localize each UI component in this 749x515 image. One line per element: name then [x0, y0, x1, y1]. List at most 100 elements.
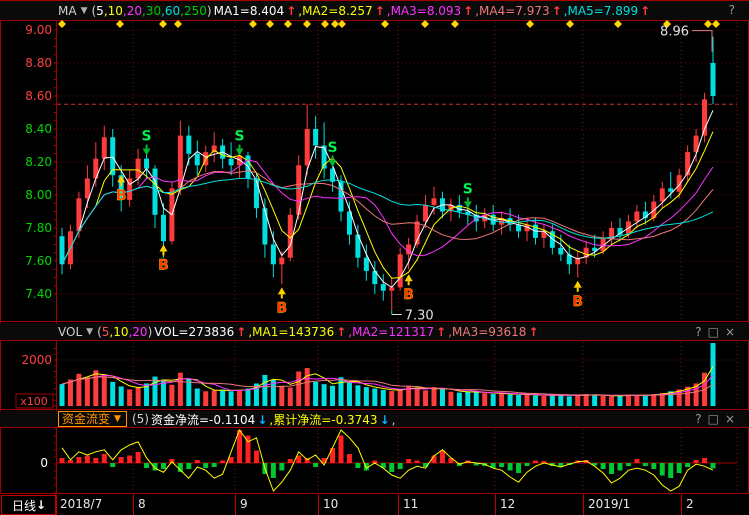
- event-diamond-icon[interactable]: [704, 20, 712, 28]
- event-diamond-icon[interactable]: [116, 20, 124, 28]
- indicator-value: ,MA1=143736: [248, 325, 334, 339]
- svg-text:8.00: 8.00: [25, 188, 52, 202]
- high-price-annotation: 8.96: [660, 25, 689, 40]
- date-separator: [133, 494, 134, 515]
- chart-canvas[interactable]: 9.008.808.608.408.208.007.807.607.402000…: [0, 0, 749, 515]
- event-diamond-icon[interactable]: [266, 20, 274, 28]
- main-window-buttons: ?: [729, 3, 735, 17]
- volume-series: [60, 343, 716, 406]
- event-diamond-icon[interactable]: [421, 20, 429, 28]
- volume-ma-line: [62, 366, 713, 396]
- event-diamond-icon[interactable]: [526, 20, 534, 28]
- indicator-value: ,MA2=8.257: [298, 4, 372, 18]
- help-icon[interactable]: ?: [729, 3, 735, 17]
- event-diamond-icon[interactable]: [338, 20, 346, 28]
- svg-text:B: B: [116, 188, 127, 204]
- date-separator: [398, 494, 399, 515]
- trend-up-icon: ↑: [286, 4, 296, 18]
- svg-text:2000: 2000: [21, 353, 52, 367]
- buy-marker[interactable]: [574, 281, 582, 292]
- trend-down-icon: ↓: [380, 413, 390, 427]
- chevron-down-icon[interactable]: ▼: [86, 327, 93, 337]
- buy-marker[interactable]: [405, 274, 413, 285]
- moneyflow-window-buttons: ? □ ×: [695, 412, 735, 426]
- moneyflow-prefix: (5): [132, 412, 149, 426]
- event-diamond-icon[interactable]: [159, 20, 167, 28]
- trend-up-icon: ↑: [640, 4, 650, 18]
- maximize-icon[interactable]: □: [708, 412, 719, 426]
- buy-marker[interactable]: [278, 287, 286, 298]
- buy-marker[interactable]: [117, 175, 125, 186]
- ma-line: [62, 171, 713, 265]
- svg-text:B: B: [276, 300, 287, 316]
- event-diamond-icon[interactable]: [451, 20, 459, 28]
- svg-text:S: S: [463, 181, 473, 197]
- event-diamond-icon[interactable]: [381, 20, 389, 28]
- event-diamond-icon[interactable]: [174, 20, 182, 28]
- indicator-param: ,10: [104, 4, 123, 18]
- volume-unit-label: x100: [20, 395, 48, 408]
- moneyflow-bars: [60, 430, 716, 478]
- svg-text:S: S: [234, 129, 244, 145]
- moneyflow-selector[interactable]: 资金流变 ▼: [58, 411, 127, 427]
- help-icon[interactable]: ?: [695, 412, 701, 426]
- chevron-down-icon: ▼: [114, 414, 121, 424]
- volume-ma-line: [62, 377, 713, 396]
- selector-label: 资金流变: [62, 410, 110, 427]
- svg-text:S: S: [327, 140, 337, 156]
- indicator-param: ,30: [142, 4, 161, 18]
- volume-window-buttons: ? □ ×: [695, 325, 735, 339]
- indicator-values: MA1=8.404↑,MA2=8.257↑,MA3=8.093↑,MA4=7.9…: [214, 4, 653, 18]
- date-axis-bar: 日线 ↓ 2018/7891011122019/12: [0, 494, 749, 515]
- indicator-value: ,MA3=93618: [448, 325, 526, 339]
- event-diamond-icon[interactable]: [303, 20, 311, 28]
- indicator-value: ,MA2=121317: [348, 325, 434, 339]
- indicator-value: ,累计净流=-0.3743: [269, 413, 377, 427]
- close-icon[interactable]: ×: [725, 412, 735, 426]
- sell-marker[interactable]: [329, 156, 337, 167]
- maximize-icon[interactable]: □: [708, 325, 719, 339]
- trend-up-icon: ↑: [463, 4, 473, 18]
- moneyflow-line: [62, 430, 713, 491]
- date-label: 2019/1: [588, 497, 630, 511]
- event-diamond-icon[interactable]: [712, 20, 720, 28]
- indicator-param: ,20: [128, 325, 147, 339]
- event-diamond-icon[interactable]: [58, 20, 66, 28]
- period-label: 日线: [12, 497, 36, 514]
- svg-text:7.40: 7.40: [25, 287, 52, 301]
- indicator-value: VOL=273836: [154, 325, 234, 339]
- event-diamond-icon[interactable]: [321, 20, 329, 28]
- date-label: 8: [138, 497, 146, 511]
- date-label: 11: [403, 497, 418, 511]
- period-selector[interactable]: 日线 ↓: [1, 495, 57, 515]
- chevron-down-icon[interactable]: ▼: [81, 6, 88, 16]
- sell-marker[interactable]: [464, 197, 472, 208]
- date-separator: [235, 494, 236, 515]
- sell-marker[interactable]: [236, 145, 244, 156]
- date-label: 2: [686, 497, 694, 511]
- event-diamond-icon[interactable]: [614, 20, 622, 28]
- indicator-param: ,60: [161, 4, 180, 18]
- trend-up-icon: ↑: [528, 325, 538, 339]
- trend-up-icon: ↑: [552, 4, 562, 18]
- indicator-values: VOL=273836↑,MA1=143736↑,MA2=121317↑,MA3=…: [154, 325, 540, 339]
- svg-text:7.80: 7.80: [25, 221, 52, 235]
- date-separator: [55, 494, 56, 515]
- event-diamond-icon[interactable]: [249, 20, 257, 28]
- indicator-values: 资金净流=-0.1104↓,累计净流=-0.3743↓,: [151, 411, 398, 428]
- date-separator: [495, 494, 496, 515]
- trend-up-icon: ↑: [236, 325, 246, 339]
- indicator-param-list: (5,10,20,30,60,250): [91, 4, 211, 18]
- indicator-name: VOL: [58, 325, 82, 339]
- svg-text:B: B: [572, 294, 583, 310]
- event-diamond-icon[interactable]: [284, 20, 292, 28]
- close-icon[interactable]: ×: [725, 325, 735, 339]
- date-separator: [583, 494, 584, 515]
- help-icon[interactable]: ?: [695, 325, 701, 339]
- svg-text:8.60: 8.60: [25, 89, 52, 103]
- date-separator: [681, 494, 682, 515]
- date-label: 10: [323, 497, 338, 511]
- sell-marker[interactable]: [143, 145, 151, 156]
- event-diamond-icon[interactable]: [566, 20, 574, 28]
- buy-marker[interactable]: [159, 245, 167, 256]
